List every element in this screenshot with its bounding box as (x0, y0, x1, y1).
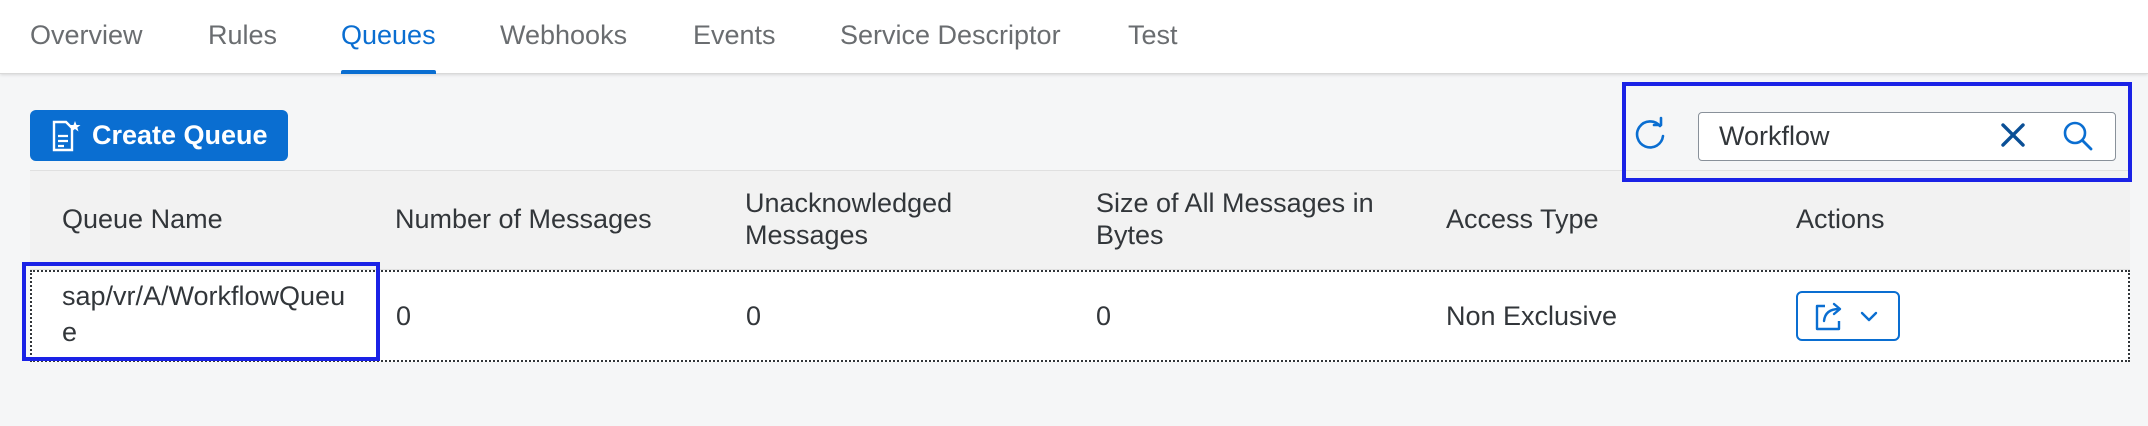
search-icon (2062, 120, 2094, 157)
size-bytes-cell: 0 (1096, 301, 1112, 331)
tab-test[interactable]: Test (1128, 0, 1178, 74)
create-queue-label: Create Queue (92, 120, 268, 150)
search-field[interactable] (1698, 112, 2116, 161)
tab-events[interactable]: Events (693, 0, 776, 74)
search-clear-button[interactable] (1994, 118, 2032, 156)
tab-rules[interactable]: Rules (208, 0, 277, 74)
tab-webhooks[interactable]: Webhooks (500, 0, 627, 74)
close-icon (2000, 122, 2026, 153)
row-action-menu-button[interactable] (1796, 291, 1900, 341)
create-queue-button[interactable]: Create Queue (30, 110, 288, 161)
tab-queues[interactable]: Queues (341, 0, 436, 74)
table-header: Queue Name Number of Messages Unacknowle… (30, 170, 2130, 270)
unacknowledged-cell: 0 (746, 301, 762, 331)
column-header-actions: Actions (1796, 204, 1885, 234)
chevron-down-icon (1858, 305, 1880, 327)
column-header-number-of-messages[interactable]: Number of Messages (395, 203, 652, 235)
column-header-size-bytes[interactable]: Size of All Messages in Bytes (1096, 187, 1374, 251)
search-input[interactable] (1719, 113, 1999, 160)
share-icon (1812, 299, 1846, 333)
number-of-messages-cell: 0 (396, 301, 412, 331)
tab-service-descriptor[interactable]: Service Descriptor (840, 0, 1061, 74)
column-header-unacknowledged-messages[interactable]: Unacknowledged Messages (745, 187, 952, 251)
column-header-access-type[interactable]: Access Type (1446, 203, 1599, 235)
refresh-icon (1632, 116, 1668, 157)
refresh-button[interactable] (1628, 114, 1672, 158)
create-document-icon (46, 118, 82, 154)
column-header-queue-name[interactable]: Queue Name (62, 203, 223, 235)
queue-name-cell[interactable]: sap/vr/A/WorkflowQueu e (62, 278, 345, 350)
tab-bar: Overview Rules Queues Webhooks Events Se… (0, 0, 2148, 74)
tab-overview[interactable]: Overview (30, 0, 143, 74)
access-type-cell: Non Exclusive (1446, 301, 1618, 331)
search-button[interactable] (2058, 118, 2098, 158)
